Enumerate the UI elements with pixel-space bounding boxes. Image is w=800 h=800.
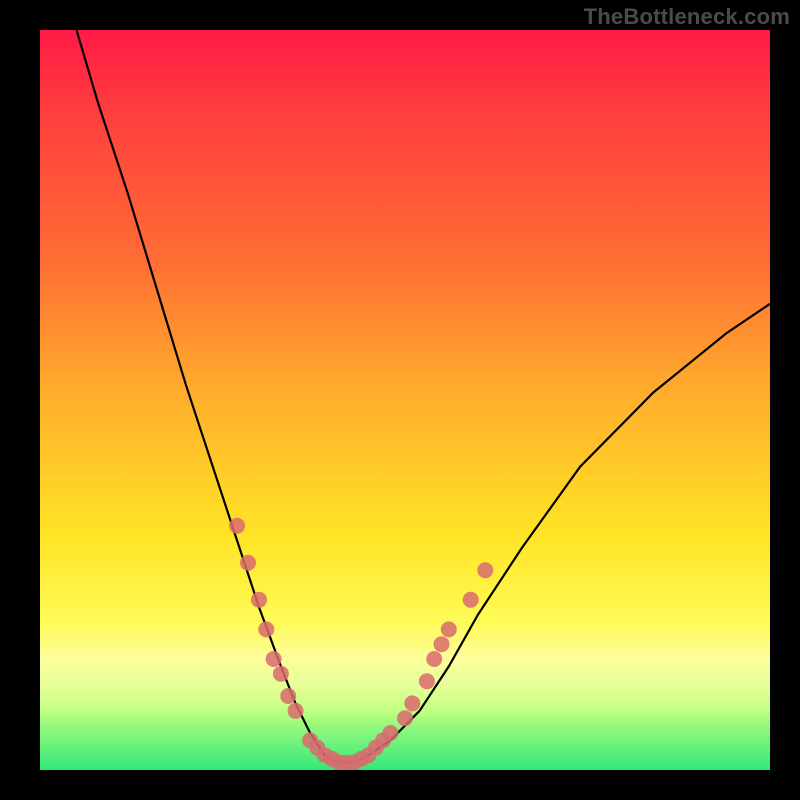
watermark-text: TheBottleneck.com (584, 4, 790, 30)
data-marker (441, 621, 457, 637)
data-marker (240, 555, 256, 571)
data-marker (273, 666, 289, 682)
curve-markers (229, 518, 493, 770)
data-marker (434, 636, 450, 652)
data-marker (258, 621, 274, 637)
data-marker (382, 725, 398, 741)
data-marker (397, 710, 413, 726)
data-marker (463, 592, 479, 608)
chart-frame: TheBottleneck.com (0, 0, 800, 800)
curve-layer (40, 30, 770, 770)
data-marker (426, 651, 442, 667)
data-marker (404, 695, 420, 711)
data-marker (280, 688, 296, 704)
data-marker (251, 592, 267, 608)
data-marker (229, 518, 245, 534)
data-marker (288, 703, 304, 719)
plot-area (40, 30, 770, 770)
data-marker (477, 562, 493, 578)
data-marker (266, 651, 282, 667)
data-marker (419, 673, 435, 689)
bottleneck-curve (77, 30, 771, 763)
